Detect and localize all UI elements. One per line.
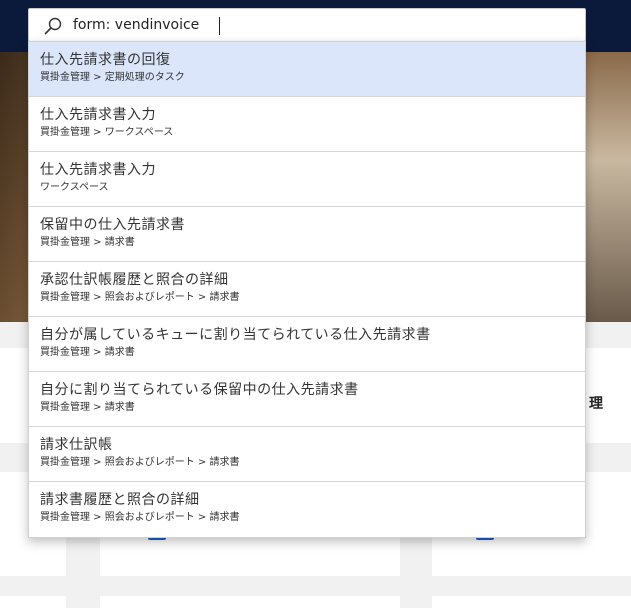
result-title: 仕入先請求書入力 bbox=[40, 162, 156, 178]
search-result-item[interactable]: 仕入先請求書入力 ワークスペース bbox=[29, 152, 585, 207]
search-result-item[interactable]: 保留中の仕入先請求書 買掛金管理 > 請求書 bbox=[29, 207, 585, 262]
workspace-tile-label: 理 bbox=[589, 396, 603, 412]
result-path: 買掛金管理 > 定期処理のタスク bbox=[40, 72, 185, 83]
search-result-item[interactable]: 自分に割り当てられている保留中の仕入先請求書 買掛金管理 > 請求書 bbox=[29, 372, 585, 427]
search-result-item[interactable]: 請求書履歴と照合の詳細 買掛金管理 > 照会およびレポート > 請求書 bbox=[29, 482, 585, 537]
result-title: 仕入先請求書入力 bbox=[40, 107, 156, 123]
result-path: 買掛金管理 > 請求書 bbox=[40, 402, 135, 413]
search-result-item[interactable]: 仕入先請求書の回復 買掛金管理 > 定期処理のタスク bbox=[29, 42, 585, 97]
search-icon bbox=[44, 17, 62, 35]
search-result-item[interactable]: 自分が属しているキューに割り当てられている仕入先請求書 買掛金管理 > 請求書 bbox=[29, 317, 585, 372]
result-title: 請求仕訳帳 bbox=[40, 437, 113, 453]
result-title: 仕入先請求書の回復 bbox=[40, 52, 171, 68]
result-title: 自分に割り当てられている保留中の仕入先請求書 bbox=[40, 382, 359, 398]
search-result-item[interactable]: 請求仕訳帳 買掛金管理 > 照会およびレポート > 請求書 bbox=[29, 427, 585, 482]
search-input[interactable] bbox=[73, 13, 573, 37]
result-title: 保留中の仕入先請求書 bbox=[40, 217, 185, 233]
result-path: 買掛金管理 > ワークスペース bbox=[40, 127, 174, 138]
result-path: 買掛金管理 > 照会およびレポート > 請求書 bbox=[40, 512, 240, 523]
result-title: 承認仕訳帳履歴と照合の詳細 bbox=[40, 272, 229, 288]
navigation-search-box[interactable] bbox=[28, 8, 586, 42]
result-path: ワークスペース bbox=[40, 182, 109, 193]
result-title: 自分が属しているキューに割り当てられている仕入先請求書 bbox=[40, 327, 431, 343]
workspace-tile[interactable] bbox=[100, 596, 400, 608]
search-results-dropdown: 仕入先請求書の回復 買掛金管理 > 定期処理のタスク 仕入先請求書入力 買掛金管… bbox=[28, 41, 586, 538]
workspace-tile[interactable] bbox=[432, 596, 631, 608]
result-path: 買掛金管理 > 照会およびレポート > 請求書 bbox=[40, 457, 240, 468]
text-caret bbox=[219, 17, 220, 35]
result-path: 買掛金管理 > 請求書 bbox=[40, 237, 135, 248]
result-title: 請求書履歴と照合の詳細 bbox=[40, 492, 200, 508]
search-result-item[interactable]: 承認仕訳帳履歴と照合の詳細 買掛金管理 > 照会およびレポート > 請求書 bbox=[29, 262, 585, 317]
result-path: 買掛金管理 > 照会およびレポート > 請求書 bbox=[40, 292, 240, 303]
result-path: 買掛金管理 > 請求書 bbox=[40, 347, 135, 358]
workspace-tile[interactable] bbox=[0, 596, 66, 608]
search-result-item[interactable]: 仕入先請求書入力 買掛金管理 > ワークスペース bbox=[29, 97, 585, 152]
